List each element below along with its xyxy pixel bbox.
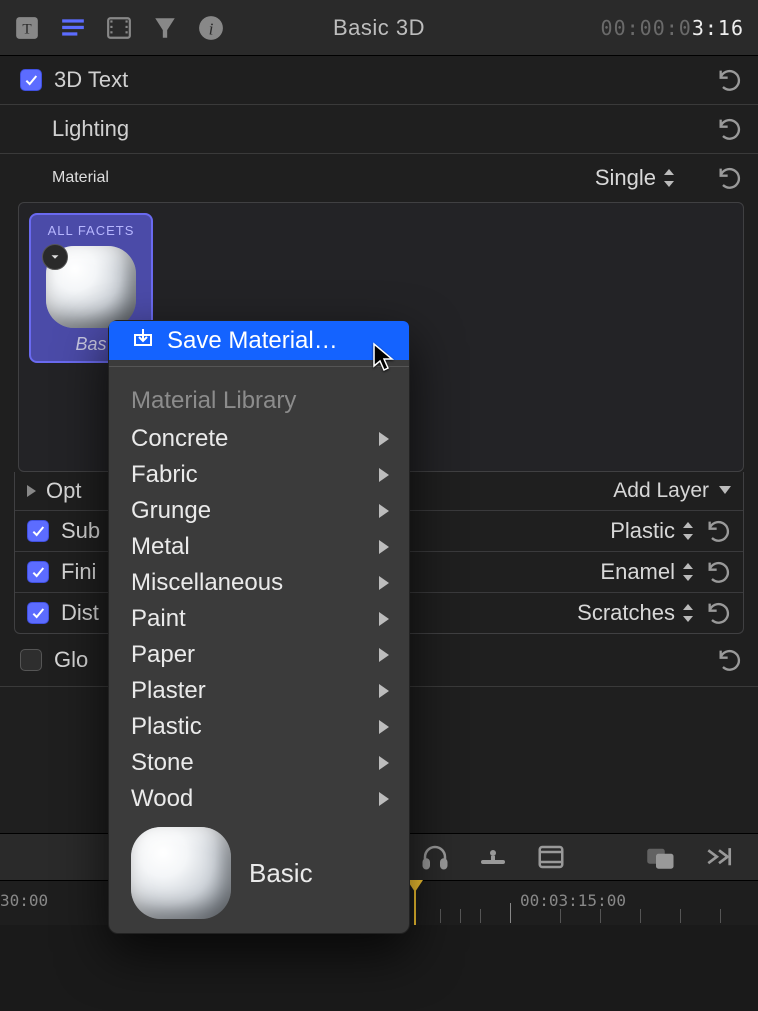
svg-text:T: T: [22, 20, 31, 37]
add-layer-dropdown[interactable]: Add Layer: [613, 479, 733, 503]
facet-header-label: ALL FACETS: [48, 223, 135, 238]
window-layout-icon[interactable]: [646, 844, 676, 870]
submenu-arrow-icon: [379, 684, 389, 698]
submenu-arrow-icon: [379, 648, 389, 662]
menu-separator: [109, 366, 409, 367]
stepper-icon: [681, 521, 695, 541]
inspector-top-bar: T i Basic 3D 00:00:03:16: [0, 0, 758, 56]
label-material: Material: [52, 169, 109, 187]
stepper-icon: [662, 168, 676, 188]
submenu-arrow-icon: [379, 432, 389, 446]
reset-finish-icon[interactable]: [705, 558, 733, 586]
clip-duration: 00:00:03:16: [601, 16, 744, 40]
save-icon: [131, 325, 155, 356]
section-lighting[interactable]: Lighting: [0, 105, 758, 154]
playhead[interactable]: [414, 881, 416, 925]
headphones-icon[interactable]: [420, 844, 450, 870]
submenu-arrow-icon: [379, 468, 389, 482]
reset-3d-text-icon[interactable]: [716, 66, 744, 94]
stepper-icon: [681, 603, 695, 623]
menu-item-save-material[interactable]: Save Material…: [109, 321, 409, 360]
reset-distress-icon[interactable]: [705, 599, 733, 627]
submenu-arrow-icon: [379, 576, 389, 590]
substance-value-dropdown[interactable]: Plastic: [610, 518, 695, 544]
timeline-body[interactable]: [0, 925, 758, 1011]
material-mode-dropdown[interactable]: Single: [595, 165, 676, 191]
section-3d-text: 3D Text: [0, 56, 758, 105]
text-inspector-tab-icon[interactable]: T: [14, 15, 40, 41]
checkbox-finish[interactable]: [27, 561, 49, 583]
menu-item-basic-material[interactable]: Basic: [109, 817, 409, 919]
skimming-icon[interactable]: [478, 844, 508, 870]
submenu-arrow-icon: [379, 540, 389, 554]
video-inspector-tab-icon[interactable]: [106, 15, 132, 41]
stepper-icon: [681, 562, 695, 582]
distress-value-dropdown[interactable]: Scratches: [577, 600, 695, 626]
reset-substance-icon[interactable]: [705, 517, 733, 545]
submenu-arrow-icon: [379, 756, 389, 770]
filmstrip-icon[interactable]: [536, 844, 566, 870]
basic-material-swatch: [131, 827, 231, 919]
chevron-down-icon: [719, 486, 733, 496]
material-preset-disclosure[interactable]: [42, 244, 68, 270]
finish-value-dropdown[interactable]: Enamel: [600, 559, 695, 585]
menu-item-category-fabric[interactable]: Fabric: [109, 457, 409, 493]
loop-off-icon[interactable]: [704, 844, 734, 870]
label-3d-text: 3D Text: [54, 67, 128, 93]
menu-item-category-grunge[interactable]: Grunge: [109, 493, 409, 529]
checkbox-glow[interactable]: [20, 649, 42, 671]
menu-item-category-stone[interactable]: Stone: [109, 745, 409, 781]
checkbox-distress[interactable]: [27, 602, 49, 624]
menu-item-category-metal[interactable]: Metal: [109, 529, 409, 565]
menu-item-category-paint[interactable]: Paint: [109, 601, 409, 637]
material-preset-menu: Save Material… Material Library Concrete…: [108, 320, 410, 934]
submenu-arrow-icon: [379, 612, 389, 626]
submenu-arrow-icon: [379, 792, 389, 806]
reset-lighting-icon[interactable]: [716, 115, 744, 143]
mouse-cursor: [372, 342, 396, 377]
info-inspector-tab-icon[interactable]: i: [198, 15, 224, 41]
label-lighting: Lighting: [52, 116, 129, 142]
ruler-label-right: 00:03:15:00: [520, 891, 626, 910]
menu-item-category-concrete[interactable]: Concrete: [109, 421, 409, 457]
menu-item-category-plaster[interactable]: Plaster: [109, 673, 409, 709]
ruler-label-left: 30:00: [0, 891, 48, 910]
facet-name-label: Bas: [75, 334, 106, 355]
submenu-arrow-icon: [379, 504, 389, 518]
svg-text:i: i: [209, 19, 214, 38]
checkbox-substance[interactable]: [27, 520, 49, 542]
checkbox-3d-text[interactable]: [20, 69, 42, 91]
menu-header-material-library: Material Library: [109, 373, 409, 421]
reset-material-icon[interactable]: [716, 164, 744, 192]
menu-item-category-plastic[interactable]: Plastic: [109, 709, 409, 745]
menu-item-category-paper[interactable]: Paper: [109, 637, 409, 673]
reset-glow-icon[interactable]: [716, 646, 744, 674]
section-material-header: Material Single: [0, 154, 758, 192]
paragraph-inspector-tab-icon[interactable]: [60, 15, 86, 41]
submenu-arrow-icon: [379, 720, 389, 734]
menu-item-category-miscellaneous[interactable]: Miscellaneous: [109, 565, 409, 601]
generator-inspector-tab-icon[interactable]: [152, 15, 178, 41]
menu-item-category-wood[interactable]: Wood: [109, 781, 409, 817]
disclosure-triangle-icon[interactable]: [27, 485, 36, 497]
